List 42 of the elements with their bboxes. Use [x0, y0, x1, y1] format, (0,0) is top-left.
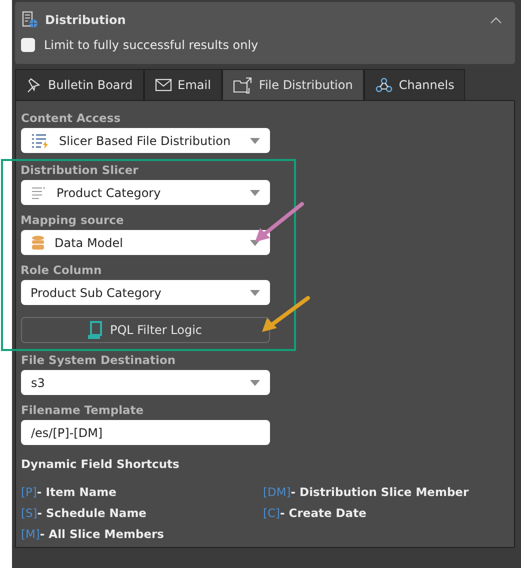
tab[interactable]: Bulletin Board [15, 69, 144, 100]
dropdown[interactable]: Slicer Based File Distribution [21, 128, 270, 153]
filter-logic-button[interactable]: PQL Filter Logic [20, 317, 270, 343]
section-title: Distribution [45, 13, 127, 27]
field-label: File System Destination [21, 353, 176, 367]
tab[interactable]: File Distribution [222, 69, 364, 100]
webhook-icon [374, 77, 393, 93]
caret-icon [250, 290, 260, 296]
tab[interactable]: Channels [364, 69, 466, 100]
caret-icon [250, 380, 260, 386]
input-field[interactable]: /es/[P]-[DM] [21, 420, 270, 445]
field-label: Mapping source [20, 213, 124, 227]
field-label: Content Access [21, 111, 121, 125]
envelope-icon [154, 78, 172, 92]
checkbox-label: Limit to fully successful results only [44, 38, 258, 52]
tab[interactable]: Email [144, 69, 222, 100]
pin-icon [26, 77, 42, 93]
folder-export-icon [232, 76, 253, 94]
collapse-chevron-icon[interactable] [490, 16, 502, 24]
shortcut-item: [C]- Create Date [263, 506, 368, 520]
shortcuts-title: Dynamic Field Shortcuts [21, 457, 180, 471]
field-label: Role Column [20, 263, 102, 277]
pointer-arrow [255, 202, 304, 242]
script-icon [88, 321, 102, 339]
caret-icon [250, 138, 260, 144]
report-globe-icon [21, 11, 39, 29]
field-label: Filename Template [21, 403, 144, 417]
dropdown[interactable]: s3 [21, 370, 270, 395]
list-icon [30, 186, 46, 200]
field-label: Distribution Slicer [20, 163, 138, 177]
database-icon [30, 234, 44, 250]
shortcut-item: [DM]- Distribution Slice Member [263, 485, 470, 499]
list-lightning-icon [31, 132, 49, 148]
shortcut-item: [P]- Item Name [21, 485, 118, 499]
shortcut-item: [S]- Schedule Name [21, 506, 148, 520]
shortcut-item: [M]- All Slice Members [21, 527, 166, 541]
pointer-arrow [262, 296, 310, 332]
dropdown[interactable]: Product Category [20, 180, 270, 205]
dropdown[interactable]: Product Sub Category [20, 280, 270, 305]
limit-checkbox[interactable] [21, 38, 35, 52]
caret-icon [250, 190, 260, 196]
dropdown[interactable]: Data Model [20, 230, 270, 255]
